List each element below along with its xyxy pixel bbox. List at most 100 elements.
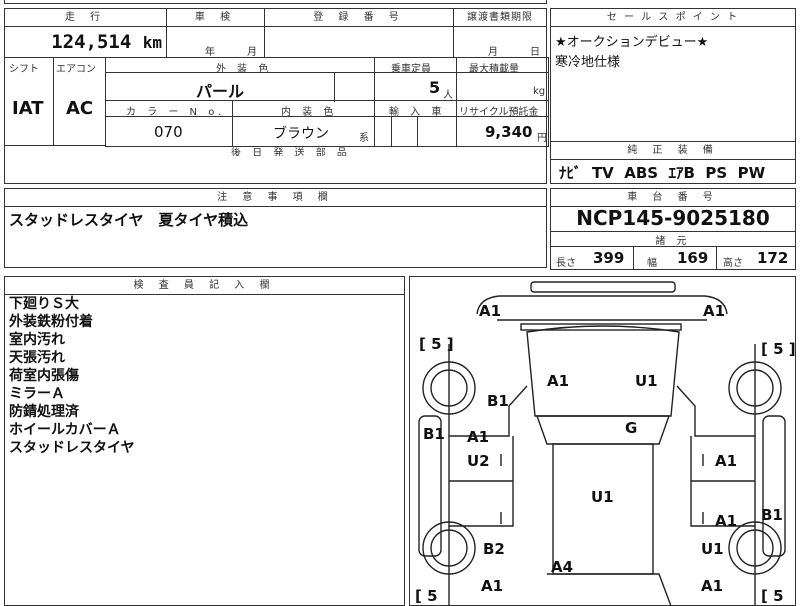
max-load-unit: kg [533,86,546,97]
inspector-line: ミラーＡ [9,386,65,402]
recycle-unit: 円 [537,133,547,144]
car-diagram-box: [ 5 ] [ 5 ] [ 5 [ 5 A1 A1 A1 U1 B1 G B1 … [409,276,796,606]
standard-equipment-value: ﾅﾋﾞ TV ABS ｴｱB PS PW [559,164,766,182]
exterior-value: パール [196,82,245,101]
mileage-value: 124,514 km [51,31,162,53]
damage-mark: A1 [701,577,723,595]
color-no-cell: カ ラ ー N o. 070 [105,100,233,147]
standard-equipment-box: 純 正 装 備 ﾅﾋﾞ TV ABS ｴｱB PS PW [550,141,796,184]
shift-value: IAT [12,98,44,119]
tire-right-rear-label: [ 5 [761,587,784,605]
damage-mark: B1 [487,392,509,410]
damage-mark: U1 [635,372,658,390]
rear-window-shape [547,573,672,606]
specs-divider-1 [633,246,634,270]
specs-length-label: 長さ [556,258,576,269]
inspector-line: 荷室内張傷 [9,368,79,384]
inspector-line: 室内汚れ [9,332,65,348]
aircon-value: AC [66,98,94,119]
specs-height-label: 高さ [723,258,743,269]
windshield-shape [536,415,670,445]
top-stub-row [4,0,547,4]
chassis-value: NCP145-9025180 [576,206,770,230]
damage-mark: A1 [715,452,737,470]
import-divider-2 [417,116,418,147]
chassis-box: 車 台 番 号 NCP145-9025180 諸 元 長さ 399 幅 169 … [550,188,796,270]
capacity-unit: 人 [443,90,453,101]
registration-header: 登 録 番 号 [265,9,453,27]
roof-shape [552,443,654,575]
capacity-cell: 乗車定員 5 人 [374,57,457,101]
import-header-line [374,116,457,117]
inspector-line: 天張汚れ [9,350,65,366]
inspector-line: 下廻りＳ大 [9,296,79,312]
hood-shape [526,325,680,417]
tire-left-rear-label: [ 5 [415,587,438,605]
mileage-header: 走 行 [5,9,166,27]
damage-mark: A1 [703,302,725,320]
later-parts-box [4,156,547,184]
color-no-value: 070 [154,123,183,141]
inspector-notes: 下廻りＳ大 外装鉄粉付着 室内汚れ 天張汚れ 荷室内張傷 ミラーＡ 防錆処理済 … [9,295,135,457]
recycle-value: 9,340 [485,123,533,141]
tire-left-front-label: [ 5 ] [419,335,454,353]
chassis-header: 車 台 番 号 [551,189,795,207]
inspector-line: 防錆処理済 [9,404,79,420]
specs-width-value: 169 [677,249,709,267]
shift-header: シフト [9,64,39,75]
inspection-header: 車 検 [167,9,264,27]
max-load-header-line [456,72,549,73]
damage-mark: A4 [551,558,573,576]
interior-cell: 内 装 色 ブラウン 系 [232,100,375,147]
specs-divider-2 [716,246,717,270]
car-diagram-svg: [ 5 ] [ 5 ] [ 5 [ 5 A1 A1 A1 U1 B1 G B1 … [415,281,796,606]
right-side-strip [762,415,786,557]
transfer-month-label: 月 [488,47,498,58]
damage-mark: A1 [481,577,503,595]
recycle-cell: リサイクル預託金 9,340 円 [456,100,549,147]
recycle-header-line [456,116,549,117]
specs-length-value: 399 [593,249,625,267]
damage-mark: A1 [715,512,737,530]
damage-mark: U1 [591,488,614,506]
specs-header: 諸 元 [655,236,691,247]
inspector-line: 外装鉄粉付着 [9,314,93,330]
interior-unit: 系 [359,133,369,144]
sales-point-line-1: ★オークションデビュー★ [555,35,709,50]
damage-mark: B1 [761,506,783,524]
mileage-unit: km [142,33,162,52]
inspector-line: スタッドレスタイヤ [9,440,135,456]
damage-mark: A1 [467,428,489,446]
inspection-year-label: 年 [205,47,215,58]
interior-value: ブラウン [273,126,329,142]
transfer-header: 譲渡書類期限 [454,9,546,27]
sales-point-header: セ ー ル ス ポ イ ン ト [551,9,795,27]
sales-point-line-2: 寒冷地仕様 [555,55,621,70]
inspector-box: 検 査 員 記 入 欄 下廻りＳ大 外装鉄粉付着 室内汚れ 天張汚れ 荷室内張傷… [4,276,405,606]
capacity-value: 5 [429,78,441,97]
color-no-header-line [105,116,233,117]
aircon-cell: エアコン AC [53,57,106,146]
sales-point-box: セ ー ル ス ポ イ ン ト ★オークションデビュー★ 寒冷地仕様 [550,8,796,158]
exterior-cell: 外 装 色 パール [105,57,375,102]
damage-mark: G [625,419,637,437]
standard-equipment-header: 純 正 装 備 [551,142,795,160]
aircon-header: エアコン [56,64,96,75]
damage-mark: B1 [423,425,445,443]
inspector-header: 検 査 員 記 入 欄 [5,277,404,295]
cautions-header: 注 意 事 項 欄 [5,189,546,207]
transfer-box: 譲渡書類期限 月 日 [453,8,547,58]
right-front-fender-shape [676,344,756,437]
import-cell: 輸 入 車 [374,100,457,147]
front-bonnet-edge [476,295,728,315]
cautions-value: スタッドレスタイヤ 夏タイヤ積込 [9,211,249,229]
interior-header-line [232,116,375,117]
registration-box: 登 録 番 号 [264,8,454,58]
cautions-box: 注 意 事 項 欄 スタッドレスタイヤ 夏タイヤ積込 [4,188,547,268]
import-divider-1 [391,116,392,147]
left-front-fender-shape [448,344,528,437]
capacity-header-line [374,72,457,73]
inspection-box: 車 検 年 月 [166,8,265,58]
damage-mark: U2 [467,452,490,470]
exterior-divider [334,72,335,102]
